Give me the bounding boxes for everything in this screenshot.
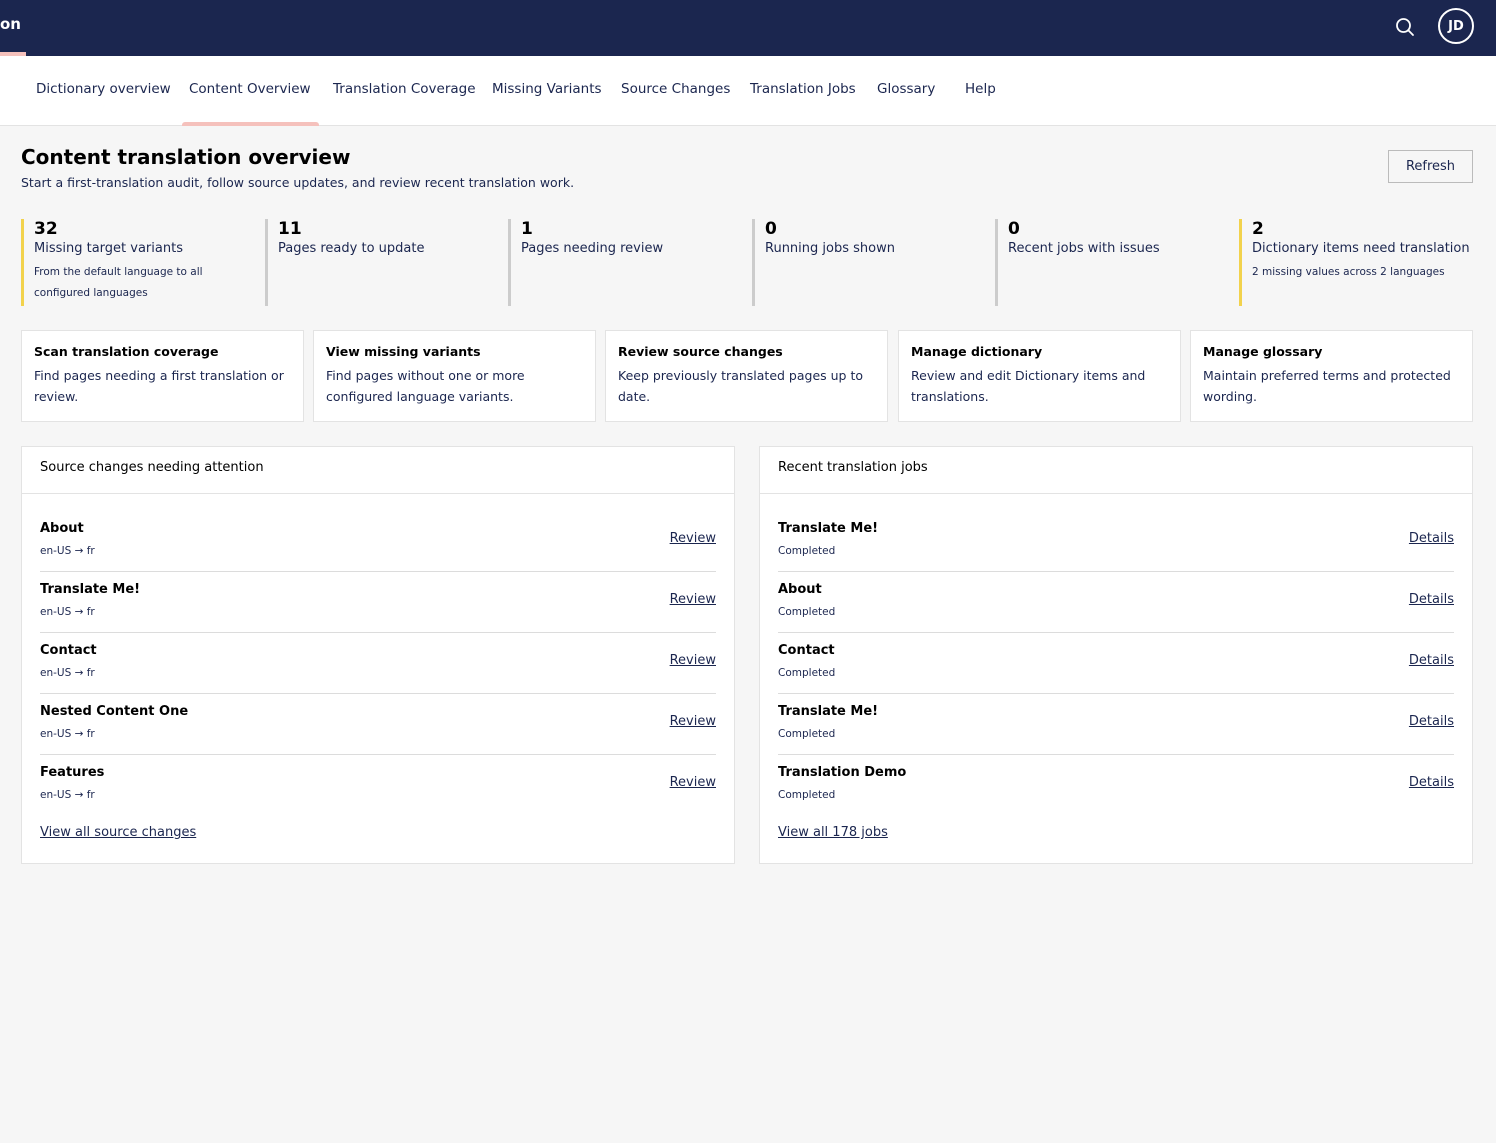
stat-label: Running jobs shown xyxy=(765,241,895,256)
item-language-pair: en-US → fr xyxy=(40,545,95,557)
source-changes-list: About en-US → fr Review Translate Me! en… xyxy=(40,511,716,816)
stat-pages-needing-review: 1 Pages needing review xyxy=(508,219,740,306)
list-item: Translate Me! Completed Details xyxy=(778,511,1454,572)
details-link[interactable]: Details xyxy=(1409,775,1454,790)
job-title: Translate Me! xyxy=(778,521,879,536)
review-link[interactable]: Review xyxy=(670,531,716,546)
stat-value: 11 xyxy=(278,219,302,239)
item-title: Nested Content One xyxy=(40,704,189,719)
tab-source-changes[interactable]: Source Changes xyxy=(621,56,730,126)
source-changes-panel: Source changes needing attention About e… xyxy=(21,446,735,864)
user-avatar[interactable]: JD xyxy=(1438,8,1474,44)
job-status: Completed xyxy=(778,728,836,740)
item-language-pair: en-US → fr xyxy=(40,728,95,740)
recent-jobs-panel: Recent translation jobs Translate Me! Co… xyxy=(759,446,1473,864)
panel-heading: Recent translation jobs xyxy=(760,447,1472,494)
review-link[interactable]: Review xyxy=(670,592,716,607)
details-link[interactable]: Details xyxy=(1409,592,1454,607)
details-link[interactable]: Details xyxy=(1409,714,1454,729)
action-card-title: Manage dictionary xyxy=(911,344,1043,359)
stat-missing-target-variants: 32 Missing target variants From the defa… xyxy=(21,219,253,306)
stat-label: Pages ready to update xyxy=(278,241,425,256)
section-tabs: Dictionary overview Content Overview Tra… xyxy=(0,56,1496,126)
tab-glossary[interactable]: Glossary xyxy=(877,56,935,126)
stat-value: 2 xyxy=(1252,219,1264,239)
review-link[interactable]: Review xyxy=(670,653,716,668)
list-item: Translation Demo Completed Details xyxy=(778,755,1454,816)
app-name[interactable]: on xyxy=(0,15,21,33)
item-language-pair: en-US → fr xyxy=(40,789,95,801)
tab-translation-coverage[interactable]: Translation Coverage xyxy=(333,56,476,126)
stat-note: From the default language to all configu… xyxy=(34,266,203,299)
action-card-dictionary[interactable]: Manage dictionary Review and edit Dictio… xyxy=(898,330,1181,422)
list-item: Features en-US → fr Review xyxy=(40,755,716,816)
tab-missing-variants[interactable]: Missing Variants xyxy=(492,56,602,126)
action-card-title: Manage glossary xyxy=(1203,344,1323,359)
tab-content-overview[interactable]: Content Overview xyxy=(182,56,319,126)
action-card-description: Find pages needing a first translation o… xyxy=(34,368,284,404)
action-card-title: Review source changes xyxy=(618,344,783,359)
job-title: Translation Demo xyxy=(778,765,907,780)
page-title: Content translation overview xyxy=(21,145,351,169)
view-all-jobs-link[interactable]: View all 178 jobs xyxy=(778,825,888,840)
list-item: Contact Completed Details xyxy=(778,633,1454,694)
view-all-source-changes-link[interactable]: View all source changes xyxy=(40,825,196,840)
item-language-pair: en-US → fr xyxy=(40,606,95,618)
action-card-title: View missing variants xyxy=(326,344,481,359)
page-subtitle: Start a first-translation audit, follow … xyxy=(21,175,575,190)
item-title: Contact xyxy=(40,643,97,658)
action-card-missing-variants[interactable]: View missing variants Find pages without… xyxy=(313,330,596,422)
list-item: Translate Me! Completed Details xyxy=(778,694,1454,755)
refresh-button[interactable]: Refresh xyxy=(1388,150,1473,183)
stat-label: Recent jobs with issues xyxy=(1008,241,1160,256)
item-title: Features xyxy=(40,765,105,780)
job-title: Translate Me! xyxy=(778,704,879,719)
job-title: About xyxy=(778,582,822,597)
stat-running-jobs: 0 Running jobs shown xyxy=(752,219,984,306)
job-status: Completed xyxy=(778,545,836,557)
action-card-description: Review and edit Dictionary items and tra… xyxy=(911,368,1146,404)
job-status: Completed xyxy=(778,606,836,618)
recent-jobs-list: Translate Me! Completed Details About Co… xyxy=(778,511,1454,816)
top-header: on JD xyxy=(0,0,1496,56)
stat-note: 2 missing values across 2 languages xyxy=(1252,266,1445,278)
item-title: Translate Me! xyxy=(40,582,141,597)
list-item: Nested Content One en-US → fr Review xyxy=(40,694,716,755)
stat-label: Dictionary items need translation xyxy=(1252,241,1470,256)
review-link[interactable]: Review xyxy=(670,714,716,729)
details-link[interactable]: Details xyxy=(1409,531,1454,546)
stat-label: Pages needing review xyxy=(521,241,664,256)
stat-value: 0 xyxy=(765,219,777,239)
job-title: Contact xyxy=(778,643,835,658)
stat-value: 1 xyxy=(521,219,533,239)
action-card-description: Find pages without one or more configure… xyxy=(326,368,525,404)
tab-help[interactable]: Help xyxy=(965,56,996,126)
action-card-title: Scan translation coverage xyxy=(34,344,219,359)
stat-pages-ready: 11 Pages ready to update xyxy=(265,219,497,306)
details-link[interactable]: Details xyxy=(1409,653,1454,668)
list-item: About en-US → fr Review xyxy=(40,511,716,572)
stat-value: 32 xyxy=(34,219,58,239)
review-link[interactable]: Review xyxy=(670,775,716,790)
stat-value: 0 xyxy=(1008,219,1020,239)
job-status: Completed xyxy=(778,789,836,801)
stat-label: Missing target variants xyxy=(34,241,183,256)
item-title: About xyxy=(40,521,84,536)
tab-translation-jobs[interactable]: Translation Jobs xyxy=(750,56,856,126)
search-icon[interactable] xyxy=(1392,14,1418,40)
list-item: About Completed Details xyxy=(778,572,1454,633)
action-card-description: Maintain preferred terms and protected w… xyxy=(1203,368,1451,404)
list-item: Translate Me! en-US → fr Review xyxy=(40,572,716,633)
action-card-glossary[interactable]: Manage glossary Maintain preferred terms… xyxy=(1190,330,1473,422)
job-status: Completed xyxy=(778,667,836,679)
stat-dictionary-items: 2 Dictionary items need translation 2 mi… xyxy=(1239,219,1471,306)
stat-jobs-with-issues: 0 Recent jobs with issues xyxy=(995,219,1227,306)
list-item: Contact en-US → fr Review xyxy=(40,633,716,694)
tab-dictionary-overview[interactable]: Dictionary overview xyxy=(36,56,171,126)
panel-heading: Source changes needing attention xyxy=(22,447,734,494)
action-card-scan-coverage[interactable]: Scan translation coverage Find pages nee… xyxy=(21,330,304,422)
item-language-pair: en-US → fr xyxy=(40,667,95,679)
action-card-source-changes[interactable]: Review source changes Keep previously tr… xyxy=(605,330,888,422)
action-card-description: Keep previously translated pages up to d… xyxy=(618,368,864,404)
